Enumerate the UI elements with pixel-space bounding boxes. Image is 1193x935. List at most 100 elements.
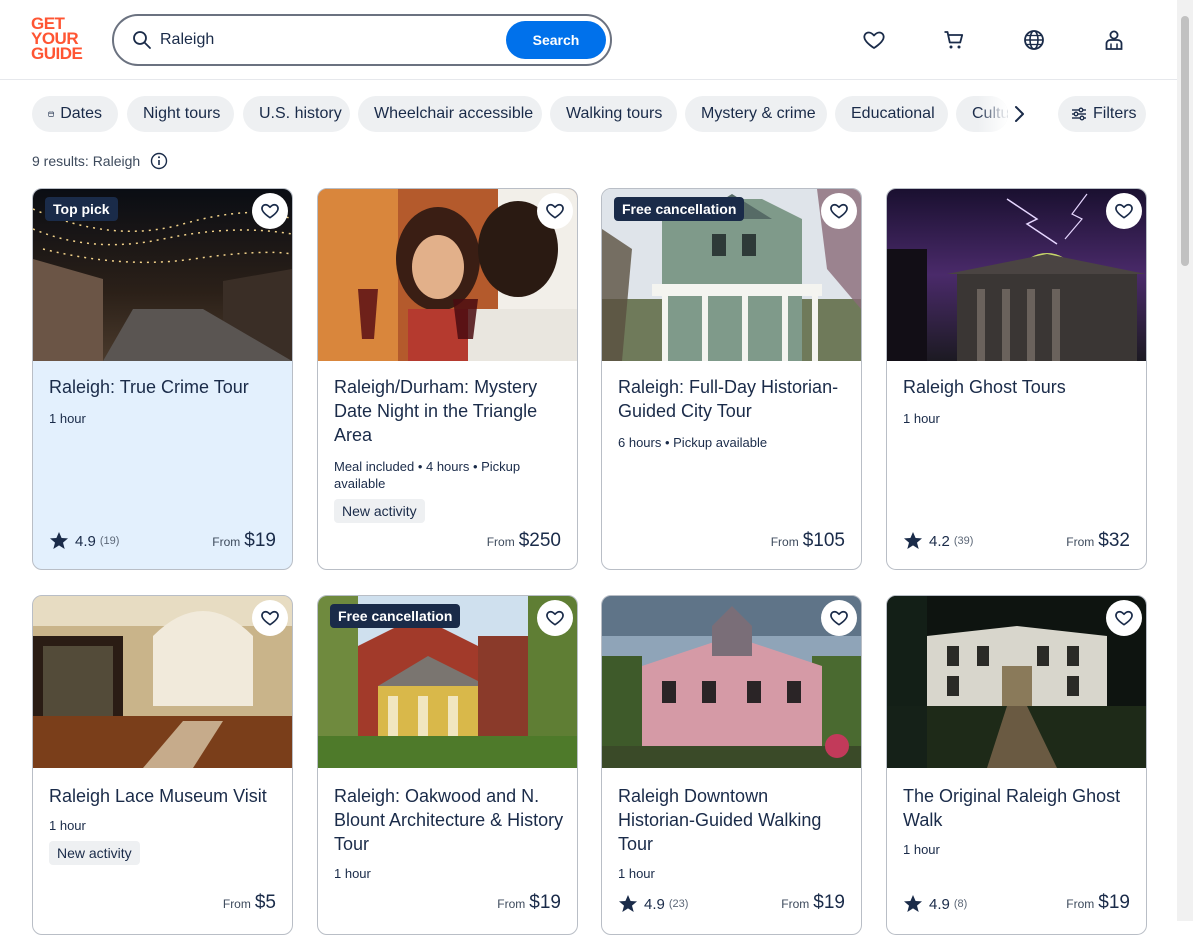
wishlist-heart-icon[interactable] xyxy=(821,600,857,636)
wishlist-heart-icon[interactable] xyxy=(252,600,288,636)
activity-title[interactable]: Raleigh Lace Museum Visit xyxy=(49,784,281,808)
wishlist-heart-icon[interactable] xyxy=(537,600,573,636)
results-count: 9 results: Raleigh xyxy=(32,152,168,170)
rating: 4.9 (19) xyxy=(49,531,119,551)
activity-meta: Meal included • 4 hours • Pickup availab… xyxy=(334,459,521,491)
chip-culture[interactable]: Cultu xyxy=(956,96,1008,132)
price-value: $19 xyxy=(529,892,561,913)
activity-title[interactable]: Raleigh/Durham: Mystery Date Night in th… xyxy=(334,375,566,447)
badge-top-pick: Top pick xyxy=(45,197,118,221)
account-icon[interactable] xyxy=(1101,27,1127,53)
chip-label: U.S. history xyxy=(259,105,342,122)
badge-free-cancellation: Free cancellation xyxy=(330,604,461,628)
price: From $32 xyxy=(1066,530,1130,552)
chip-night-tours[interactable]: Night tours xyxy=(127,96,234,132)
new-activity-tag: New activity xyxy=(334,499,425,523)
search-input[interactable] xyxy=(160,28,500,52)
chip-label: Walking tours xyxy=(566,105,663,122)
activity-title[interactable]: The Original Raleigh Ghost Walk xyxy=(903,784,1135,832)
sliders-icon xyxy=(1072,107,1086,121)
chip-label: Night tours xyxy=(143,105,221,122)
info-icon[interactable] xyxy=(150,152,168,170)
filters-label: Filters xyxy=(1093,105,1137,122)
chip-label: Cultu xyxy=(972,105,1008,122)
rating: 4.2 (39) xyxy=(903,531,973,551)
filters-button[interactable]: Filters xyxy=(1058,96,1146,132)
activity-title[interactable]: Raleigh: Oakwood and N. Blount Architect… xyxy=(334,784,566,856)
rating: 4.9 (8) xyxy=(903,894,967,914)
rating-value: 4.2 xyxy=(929,532,950,550)
chip-mystery-crime[interactable]: Mystery & crime xyxy=(685,96,827,132)
site-header: GET YOUR GUIDE Search xyxy=(0,0,1177,80)
activity-title[interactable]: Raleigh Downtown Historian-Guided Walkin… xyxy=(618,784,850,856)
wishlist-heart-icon[interactable] xyxy=(537,193,573,229)
price: From $5 xyxy=(223,892,276,914)
wishlist-heart-icon[interactable] xyxy=(821,193,857,229)
chip-wheelchair-accessible[interactable]: Wheelchair accessible xyxy=(358,96,542,132)
badge-free-cancellation: Free cancellation xyxy=(614,197,745,221)
wishlist-heart-icon[interactable] xyxy=(861,27,887,53)
rating-value: 4.9 xyxy=(929,895,950,913)
price-value: $250 xyxy=(518,530,561,551)
wishlist-heart-icon[interactable] xyxy=(1106,600,1142,636)
activity-meta: 1 hour xyxy=(49,818,86,833)
chip-walking-tours[interactable]: Walking tours xyxy=(550,96,677,132)
cart-icon[interactable] xyxy=(941,27,967,53)
chip-label: Wheelchair accessible xyxy=(374,105,534,122)
new-activity-tag: New activity xyxy=(49,841,140,865)
chip-educational[interactable]: Educational xyxy=(835,96,948,132)
price-from-label: From xyxy=(497,897,526,911)
scrollbar-thumb[interactable] xyxy=(1181,16,1189,266)
activity-card[interactable]: Raleigh/Durham: Mystery Date Night in th… xyxy=(317,188,578,570)
price-value: $19 xyxy=(244,530,276,551)
chip-dates[interactable]: Dates xyxy=(32,96,118,132)
price: From $250 xyxy=(487,530,561,552)
activity-card[interactable]: Raleigh Lace Museum Visit 1 hour New act… xyxy=(32,595,293,935)
activity-meta: 1 hour xyxy=(618,866,655,881)
activity-card[interactable]: Raleigh Downtown Historian-Guided Walkin… xyxy=(601,595,862,935)
price-from-label: From xyxy=(770,535,799,549)
chip-label: Mystery & crime xyxy=(701,105,816,122)
activity-title[interactable]: Raleigh: True Crime Tour xyxy=(49,375,281,399)
price-from-label: From xyxy=(1066,535,1095,549)
activity-meta: 1 hour xyxy=(49,411,86,426)
price-value: $5 xyxy=(254,892,276,913)
chevron-right-icon[interactable] xyxy=(1008,103,1030,125)
wishlist-heart-icon[interactable] xyxy=(1106,193,1142,229)
review-count: (39) xyxy=(953,535,974,547)
activity-card[interactable]: Top pick Raleigh: True Crime Tour 1 hour… xyxy=(32,188,293,570)
price: From $19 xyxy=(1066,892,1130,914)
activity-title[interactable]: Raleigh Ghost Tours xyxy=(903,375,1135,399)
activity-title[interactable]: Raleigh: Full-Day Historian-Guided City … xyxy=(618,375,850,423)
price-from-label: From xyxy=(212,535,241,549)
activity-card[interactable]: Raleigh Ghost Tours 1 hour 4.2 (39) From… xyxy=(886,188,1147,570)
getyourguide-logo[interactable]: GET YOUR GUIDE xyxy=(31,15,91,64)
price-from-label: From xyxy=(1066,897,1095,911)
search-bar: Search xyxy=(112,14,612,66)
price-from-label: From xyxy=(222,897,251,911)
activity-meta: 1 hour xyxy=(903,411,940,426)
rating-value: 4.9 xyxy=(75,532,96,550)
calendar-icon xyxy=(48,111,54,117)
wishlist-heart-icon[interactable] xyxy=(252,193,288,229)
activity-meta: 1 hour xyxy=(903,842,940,857)
review-count: (8) xyxy=(953,898,968,910)
price: From $19 xyxy=(212,530,276,552)
results-text: 9 results: Raleigh xyxy=(32,153,141,169)
chip-label: Educational xyxy=(851,105,935,122)
activity-meta: 6 hours • Pickup available xyxy=(618,435,768,450)
star-icon xyxy=(619,895,637,912)
search-button[interactable]: Search xyxy=(506,21,606,59)
activity-card[interactable]: Free cancellation Raleigh: Full-Day Hist… xyxy=(601,188,862,570)
price-from-label: From xyxy=(486,535,515,549)
chip-us-history[interactable]: U.S. history xyxy=(243,96,350,132)
filter-chips: Dates Night tours U.S. history Wheelchai… xyxy=(32,96,1132,132)
activity-meta: 1 hour xyxy=(334,866,371,881)
star-icon xyxy=(50,532,68,549)
price-value: $105 xyxy=(802,530,845,551)
search-icon xyxy=(133,31,151,49)
globe-icon[interactable] xyxy=(1021,27,1047,53)
rating: 4.9 (23) xyxy=(618,894,688,914)
activity-card[interactable]: Free cancellation Raleigh: Oakwood and N… xyxy=(317,595,578,935)
activity-card[interactable]: The Original Raleigh Ghost Walk 1 hour 4… xyxy=(886,595,1147,935)
